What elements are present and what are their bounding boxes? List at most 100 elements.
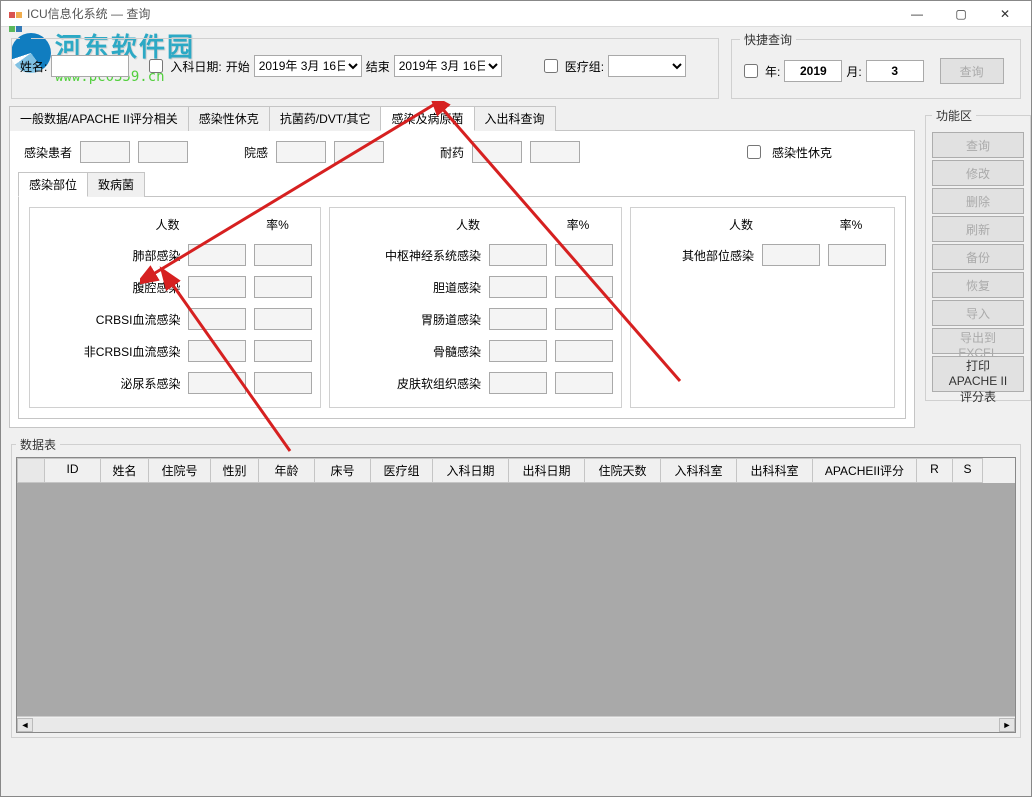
resist-rate	[530, 141, 580, 163]
titlebar: ICU信息化系统 — 查询 — ▢ ✕	[1, 1, 1031, 27]
start-label: 开始	[226, 58, 250, 75]
col-sex[interactable]: 性别	[211, 458, 259, 483]
col-outdate[interactable]: 出科日期	[509, 458, 585, 483]
col-outdept[interactable]: 出科科室	[737, 458, 813, 483]
skin-label: 皮肤软组织感染	[338, 375, 480, 392]
admit-date-label: 入科日期:	[170, 58, 221, 75]
crbsi-count	[188, 308, 246, 330]
infection-panel: 感染患者 院感 耐药 感染性休克	[9, 130, 915, 428]
gi-count	[489, 308, 547, 330]
start-date-select[interactable]: 2019年 3月 16日▾	[254, 55, 362, 77]
site-col-3: 人数率% 其他部位感染	[630, 207, 895, 408]
cns-rate	[555, 244, 613, 266]
quick-query-legend: 快捷查询	[740, 31, 796, 48]
quick-query-button[interactable]: 查询	[940, 58, 1004, 84]
non-crbsi-label: 非CRBSI血流感染	[38, 343, 180, 360]
quick-query-group: 快捷查询 年: 月: 查询	[731, 31, 1021, 99]
col-days[interactable]: 住院天数	[585, 458, 661, 483]
data-area: 数据表 ID 姓名 住院号 性别 年龄 床号 医疗组 入科日期 出科日期 住院天…	[9, 436, 1023, 738]
hosp-inf-count	[276, 141, 326, 163]
name-input[interactable]	[51, 55, 129, 77]
col-indept[interactable]: 入科科室	[661, 458, 737, 483]
resist-count	[472, 141, 522, 163]
conditions-group: . 姓名: 入科日期: 开始 2019年 3月 16日▾ 结束 2019年 3月…	[11, 31, 719, 99]
gi-label: 胃肠道感染	[338, 311, 480, 328]
end-date-select[interactable]: 2019年 3月 16日▾	[394, 55, 502, 77]
month-label: 月:	[846, 63, 861, 80]
minimize-button[interactable]: —	[895, 2, 939, 26]
col-header-count: 人数	[443, 216, 493, 233]
close-button[interactable]: ✕	[983, 2, 1027, 26]
function-area: 功能区 查询 修改 删除 刷新 备份 恢复 导入 导出到EXCEL 打印APAC…	[923, 105, 1023, 403]
other-site-label: 其他部位感染	[639, 247, 754, 264]
urinary-count	[188, 372, 246, 394]
btn-query[interactable]: 查询	[932, 132, 1024, 158]
col-id[interactable]: ID	[45, 458, 101, 483]
month-input[interactable]	[866, 60, 924, 82]
col-header-rate: 率%	[553, 216, 603, 233]
horizontal-scrollbar[interactable]: ◄ ►	[17, 716, 1015, 732]
bone-count	[489, 340, 547, 362]
cns-label: 中枢神经系统感染	[338, 247, 480, 264]
bone-rate	[555, 340, 613, 362]
skin-count	[489, 372, 547, 394]
scroll-left-icon[interactable]: ◄	[17, 718, 33, 732]
tab-septic-shock[interactable]: 感染性休克	[188, 106, 270, 131]
med-group-select[interactable]	[608, 55, 686, 77]
year-label: 年:	[765, 63, 780, 80]
col-header-rate: 率%	[252, 216, 302, 233]
septic-shock-checkbox[interactable]	[747, 145, 761, 159]
patients-rate	[138, 141, 188, 163]
col-r[interactable]: R	[917, 458, 953, 483]
maximize-button[interactable]: ▢	[939, 2, 983, 26]
btn-restore[interactable]: 恢复	[932, 272, 1024, 298]
tab-infection-site[interactable]: 感染部位	[18, 172, 88, 197]
col-age[interactable]: 年龄	[259, 458, 315, 483]
med-group-checkbox[interactable]	[544, 59, 558, 73]
col-header-count: 人数	[142, 216, 192, 233]
tab-antibiotics[interactable]: 抗菌药/DVT/其它	[269, 106, 382, 131]
col-inno[interactable]: 住院号	[149, 458, 211, 483]
btn-modify[interactable]: 修改	[932, 160, 1024, 186]
patients-count	[80, 141, 130, 163]
med-group-label: 医疗组:	[565, 58, 604, 75]
btn-backup[interactable]: 备份	[932, 244, 1024, 270]
col-name[interactable]: 姓名	[101, 458, 149, 483]
tab-admission[interactable]: 入出科查询	[474, 106, 556, 131]
data-grid[interactable]: ID 姓名 住院号 性别 年龄 床号 医疗组 入科日期 出科日期 住院天数 入科…	[16, 457, 1016, 733]
septic-shock-label: 感染性休克	[772, 144, 832, 161]
skin-rate	[555, 372, 613, 394]
name-label: 姓名:	[20, 58, 47, 75]
scroll-right-icon[interactable]: ►	[999, 718, 1015, 732]
window-title: ICU信息化系统 — 查询	[27, 5, 895, 22]
urinary-rate	[254, 372, 312, 394]
col-s[interactable]: S	[953, 458, 983, 483]
main-tabs: 一般数据/APACHE II评分相关 感染性休克 抗菌药/DVT/其它 感染及病…	[9, 105, 915, 428]
year-checkbox[interactable]	[744, 64, 758, 78]
btn-refresh[interactable]: 刷新	[932, 216, 1024, 242]
hosp-inf-rate	[334, 141, 384, 163]
year-input[interactable]	[784, 60, 842, 82]
urinary-label: 泌尿系感染	[38, 375, 180, 392]
col-med[interactable]: 医疗组	[371, 458, 433, 483]
non-crbsi-count	[188, 340, 246, 362]
biliary-count	[489, 276, 547, 298]
admit-date-checkbox[interactable]	[149, 59, 163, 73]
abdomen-label: 腹腔感染	[38, 279, 180, 296]
tab-infection[interactable]: 感染及病原菌	[380, 106, 474, 131]
col-bed[interactable]: 床号	[315, 458, 371, 483]
lung-label: 肺部感染	[38, 247, 180, 264]
abdomen-count	[188, 276, 246, 298]
col-indate[interactable]: 入科日期	[433, 458, 509, 483]
col-apache[interactable]: APACHEII评分	[813, 458, 917, 483]
btn-import[interactable]: 导入	[932, 300, 1024, 326]
lung-count	[188, 244, 246, 266]
crbsi-label: CRBSI血流感染	[38, 311, 180, 328]
btn-print[interactable]: 打印APACHE II评分表	[932, 356, 1024, 392]
btn-delete[interactable]: 删除	[932, 188, 1024, 214]
tab-general[interactable]: 一般数据/APACHE II评分相关	[9, 106, 189, 131]
other-count	[762, 244, 820, 266]
btn-export[interactable]: 导出到EXCEL	[932, 328, 1024, 354]
tab-pathogen[interactable]: 致病菌	[87, 172, 145, 197]
gi-rate	[555, 308, 613, 330]
